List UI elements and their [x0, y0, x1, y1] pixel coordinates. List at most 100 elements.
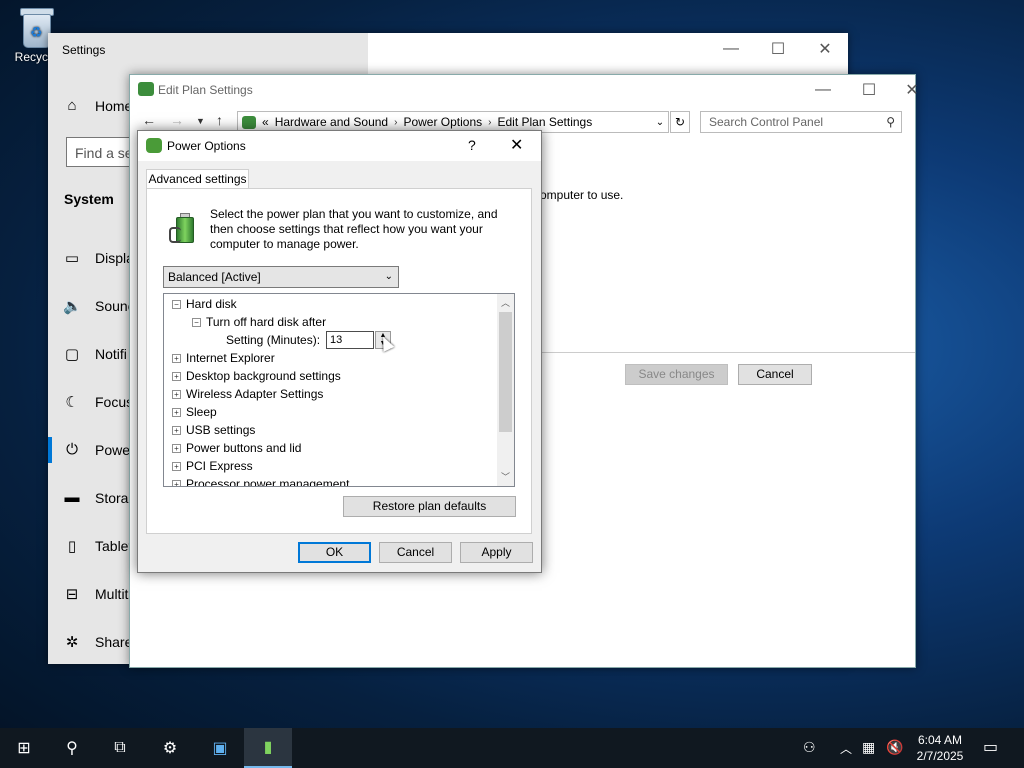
sidebar-item-sound[interactable]: 🔈 Sounc [63, 297, 135, 315]
scroll-thumb[interactable] [499, 312, 512, 432]
expand-icon[interactable]: + [172, 389, 181, 399]
tree-node-turn-off-hard-disk[interactable]: − Turn off hard disk after [192, 315, 326, 329]
sidebar-item-storage[interactable]: ▬ Storag [63, 489, 137, 506]
taskbar-power-options[interactable]: ▮ [244, 728, 292, 768]
tree-node-label: USB settings [186, 423, 256, 437]
collapse-icon[interactable]: − [172, 299, 181, 309]
plan-description: omputer to use. [540, 188, 624, 202]
sidebar-item-label: Focus [95, 394, 134, 410]
network-icon[interactable]: ▦ [862, 739, 875, 756]
tree-node-label: Turn off hard disk after [206, 315, 327, 329]
tree-node-label: PCI Express [186, 459, 253, 473]
expand-icon[interactable]: + [172, 407, 181, 417]
power-plan-select[interactable]: Balanced [Active] ⌄ [163, 266, 399, 288]
tree-node-power-buttons[interactable]: + Power buttons and lid [172, 441, 301, 455]
cancel-button[interactable]: Cancel [738, 364, 812, 385]
setting-minutes-label: Setting (Minutes): [226, 333, 320, 347]
tree-node-usb-settings[interactable]: + USB settings [172, 423, 255, 437]
expand-icon[interactable]: + [172, 425, 181, 435]
sidebar-item-focus[interactable]: ☾ Focus [63, 393, 133, 411]
chevron-down-icon: ⌄ [384, 271, 393, 282]
back-arrow-icon[interactable]: ← [142, 112, 156, 128]
help-button[interactable]: ? [468, 137, 476, 153]
search-button[interactable]: ⚲ [48, 728, 96, 768]
control-panel-small-icon [242, 115, 256, 129]
tree-node-hard-disk[interactable]: − Hard disk [172, 297, 237, 311]
sidebar-item-shared[interactable]: ✲ Share [63, 633, 133, 651]
ok-button[interactable]: OK [298, 542, 371, 563]
battery-plug-icon [169, 211, 197, 243]
expand-icon[interactable]: + [172, 461, 181, 471]
sidebar-item-label: Share [95, 634, 133, 650]
tab-advanced-settings[interactable]: Advanced settings [146, 169, 249, 190]
expand-icon[interactable]: + [172, 479, 181, 486]
tree-node-label: Processor power management [186, 477, 350, 487]
apply-button[interactable]: Apply [460, 542, 533, 563]
tree-scrollbar[interactable]: ︿ ﹀ [497, 294, 514, 486]
breadcrumb-edit-plan[interactable]: Edit Plan Settings [498, 115, 593, 129]
tree-node-sleep[interactable]: + Sleep [172, 405, 217, 419]
tree-node-pci-express[interactable]: + PCI Express [172, 459, 253, 473]
expand-icon[interactable]: + [172, 443, 181, 453]
notifications-icon[interactable]: ▭ [983, 737, 998, 757]
recent-chevron-icon[interactable]: ▼ [196, 116, 205, 126]
sidebar-item-notifications[interactable]: ▢ Notifi [63, 345, 127, 363]
restore-defaults-button[interactable]: Restore plan defaults [343, 496, 516, 517]
sidebar-item-multitasking[interactable]: ⊟ Multit [63, 585, 129, 603]
minimize-button[interactable]: — [708, 33, 754, 65]
refresh-button[interactable]: ↻ [670, 111, 690, 133]
maximize-icon: ☐ [861, 82, 877, 99]
collapse-icon[interactable]: − [192, 317, 201, 327]
tree-node-processor-power[interactable]: + Processor power management [172, 477, 350, 487]
forward-arrow-icon[interactable]: → [170, 112, 184, 128]
scroll-down-icon[interactable]: ﹀ [497, 470, 514, 483]
tree-node-label: Hard disk [186, 297, 237, 311]
breadcrumb-overflow[interactable]: « [262, 115, 269, 129]
maximize-button[interactable]: ☐ [755, 33, 801, 65]
dialog-titlebar: Power Options ? ✕ [138, 131, 541, 161]
clock[interactable]: 6:04 AM 2/7/2025 [910, 732, 970, 764]
minutes-stepper-input[interactable]: 13 [326, 331, 374, 349]
volume-muted-icon[interactable]: 🔇 [886, 739, 903, 756]
chevron-down-icon[interactable]: ⌄ [652, 117, 668, 128]
task-view-button[interactable]: ⧉ [96, 728, 144, 768]
storage-icon: ▬ [64, 489, 80, 506]
breadcrumb-hardware-sound[interactable]: Hardware and Sound [275, 115, 388, 129]
refresh-icon: ↻ [674, 115, 686, 129]
minimize-button[interactable]: — [800, 75, 846, 105]
scroll-up-icon[interactable]: ︿ [497, 296, 514, 309]
clock-time: 6:04 AM [917, 733, 963, 747]
expand-icon[interactable]: + [172, 371, 181, 381]
sidebar-item-display[interactable]: ▭ Displa [63, 249, 134, 267]
breadcrumb-power-options[interactable]: Power Options [403, 115, 482, 129]
expand-icon[interactable]: + [172, 353, 181, 363]
search-icon: ⚲ [886, 115, 895, 129]
tree-node-label: Sleep [186, 405, 217, 419]
taskbar-control-panel[interactable]: ▣ [196, 728, 244, 768]
tree-node-wireless-adapter[interactable]: + Wireless Adapter Settings [172, 387, 323, 401]
close-icon[interactable]: ✕ [510, 135, 523, 155]
sidebar-item-tablet[interactable]: ▯ Tablet [63, 537, 133, 555]
taskbar-settings[interactable]: ⚙ [146, 728, 194, 768]
sidebar-item-power[interactable]: ⏻ Power [63, 441, 135, 458]
search-icon: ⚲ [66, 740, 78, 757]
maximize-button[interactable]: ☐ [846, 75, 892, 105]
up-arrow-icon[interactable]: ↑ [216, 112, 223, 128]
search-input[interactable]: Search Control Panel ⚲ [700, 111, 902, 133]
close-button[interactable]: ✕ [802, 33, 848, 65]
settings-tree[interactable]: − Hard disk − Turn off hard disk after S… [163, 293, 515, 487]
people-icon[interactable]: ⚇ [803, 739, 816, 756]
settings-home[interactable]: ⌂ Home [63, 97, 132, 114]
cancel-button[interactable]: Cancel [379, 542, 452, 563]
tree-node-label: Wireless Adapter Settings [186, 387, 324, 401]
tree-node-internet-explorer[interactable]: + Internet Explorer [172, 351, 275, 365]
save-changes-button[interactable]: Save changes [625, 364, 728, 385]
settings-title: Settings [62, 43, 106, 57]
gear-icon: ⚙ [162, 740, 178, 757]
close-button[interactable]: ✕ [892, 75, 932, 105]
tree-node-label: Power buttons and lid [186, 441, 302, 455]
start-button[interactable]: ⊞ [0, 728, 48, 768]
show-hidden-icons-chevron-icon[interactable]: ︿ [840, 740, 852, 757]
tree-node-desktop-background[interactable]: + Desktop background settings [172, 369, 341, 383]
maximize-icon: ☐ [770, 41, 786, 58]
